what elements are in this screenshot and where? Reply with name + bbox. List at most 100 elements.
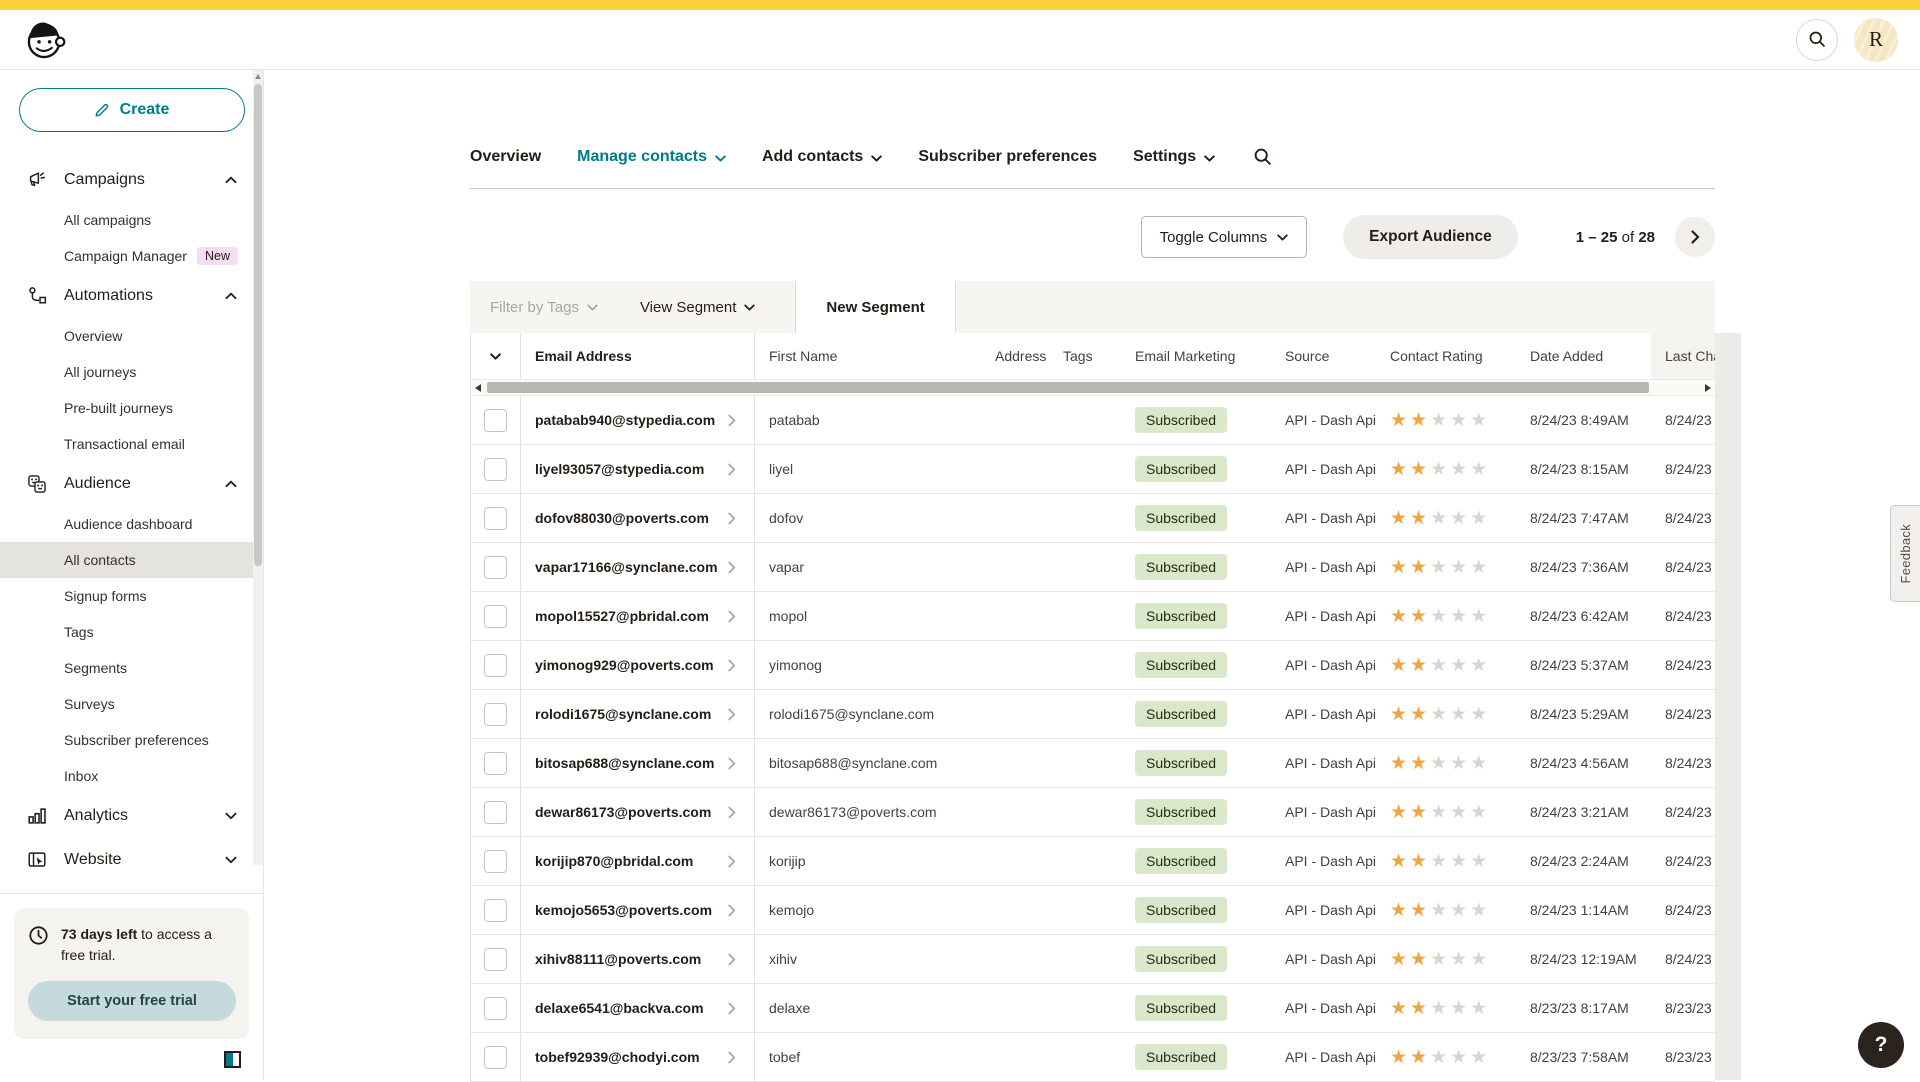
view-segment-dropdown[interactable]: View Segment — [640, 299, 755, 316]
email-cell[interactable]: korijip870@pbridal.com — [521, 837, 755, 885]
row-checkbox[interactable] — [484, 948, 507, 971]
email-cell[interactable]: delaxe6541@backva.com — [521, 984, 755, 1032]
collapse-sidebar-icon[interactable] — [224, 1051, 241, 1068]
sidebar-item-overview[interactable]: Overview — [0, 318, 263, 354]
toggle-columns-button[interactable]: Toggle Columns — [1141, 216, 1308, 258]
row-expand-icon[interactable] — [728, 512, 736, 525]
column-header-email[interactable]: Email Address — [521, 333, 755, 379]
row-expand-icon[interactable] — [728, 757, 736, 770]
email-cell[interactable]: bitosap688@synclane.com — [521, 739, 755, 787]
scroll-right-arrow-icon[interactable] — [1705, 384, 1711, 392]
email-cell[interactable]: vapar17166@synclane.com — [521, 543, 755, 591]
sidebar-item-segments[interactable]: Segments — [0, 650, 263, 686]
column-header-contact-rating[interactable]: Contact Rating — [1376, 348, 1516, 364]
next-page-button[interactable] — [1675, 217, 1715, 257]
column-header-email-marketing[interactable]: Email Marketing — [1121, 348, 1271, 364]
row-expand-icon[interactable] — [728, 1002, 736, 1015]
bulk-select-dropdown[interactable] — [471, 333, 521, 379]
email-cell[interactable]: dofov88030@poverts.com — [521, 494, 755, 542]
table-vertical-scrollbar-track[interactable] — [1715, 333, 1741, 1080]
row-checkbox[interactable] — [484, 409, 507, 432]
row-expand-icon[interactable] — [728, 708, 736, 721]
create-button[interactable]: Create — [19, 88, 245, 132]
sidebar-item-surveys[interactable]: Surveys — [0, 686, 263, 722]
tab-manage-contacts[interactable]: Manage contacts — [577, 148, 726, 166]
mailchimp-logo-icon[interactable] — [22, 17, 68, 63]
email-marketing-cell: Subscribed — [1121, 995, 1271, 1021]
email-cell[interactable]: xihiv88111@poverts.com — [521, 935, 755, 983]
row-checkbox[interactable] — [484, 458, 507, 481]
sidebar-section-campaigns[interactable]: Campaigns — [0, 158, 263, 202]
row-expand-icon[interactable] — [728, 463, 736, 476]
row-checkbox[interactable] — [484, 507, 507, 530]
feedback-tab[interactable]: Feedback — [1890, 505, 1920, 602]
horizontal-scrollbar-thumb[interactable] — [487, 382, 1649, 393]
row-checkbox[interactable] — [484, 703, 507, 726]
sidebar-item-all-contacts[interactable]: All contacts — [0, 542, 263, 578]
tab-search-button[interactable] — [1253, 147, 1273, 167]
sidebar-item-all-campaigns[interactable]: All campaigns — [0, 202, 263, 238]
email-cell[interactable]: tobef92939@chodyi.com — [521, 1033, 755, 1081]
horizontal-scrollbar[interactable] — [471, 379, 1715, 396]
row-checkbox[interactable] — [484, 605, 507, 628]
row-checkbox[interactable] — [484, 654, 507, 677]
scroll-left-arrow-icon[interactable] — [475, 384, 481, 392]
sidebar-item-transactional-email[interactable]: Transactional email — [0, 426, 263, 462]
help-button[interactable]: ? — [1858, 1022, 1904, 1068]
row-expand-icon[interactable] — [728, 610, 736, 623]
column-header-first-name[interactable]: First Name — [755, 348, 981, 364]
email-cell[interactable]: patabab940@stypedia.com — [521, 396, 755, 444]
email-cell[interactable]: liyel93057@stypedia.com — [521, 445, 755, 493]
sidebar-item-audience-dashboard[interactable]: Audience dashboard — [0, 506, 263, 542]
column-header-address[interactable]: Address — [981, 348, 1049, 364]
start-free-trial-button[interactable]: Start your free trial — [28, 981, 236, 1021]
row-checkbox[interactable] — [484, 801, 507, 824]
sidebar-item-all-journeys[interactable]: All journeys — [0, 354, 263, 390]
column-header-tags[interactable]: Tags — [1049, 348, 1121, 364]
sidebar-section-website[interactable]: Website — [0, 838, 263, 882]
new-segment-button[interactable]: New Segment — [795, 281, 955, 333]
email-cell[interactable]: rolodi1675@synclane.com — [521, 690, 755, 738]
tab-overview[interactable]: Overview — [470, 148, 541, 166]
row-expand-icon[interactable] — [728, 414, 736, 427]
row-expand-icon[interactable] — [728, 953, 736, 966]
sidebar-section-analytics[interactable]: Analytics — [0, 794, 263, 838]
column-header-date-added[interactable]: Date Added — [1516, 348, 1651, 364]
tab-add-contacts[interactable]: Add contacts — [762, 148, 882, 166]
avatar[interactable]: R — [1854, 18, 1898, 62]
column-header-source[interactable]: Source — [1271, 348, 1376, 364]
sidebar-scrollbar-thumb[interactable] — [254, 84, 262, 566]
row-expand-icon[interactable] — [728, 855, 736, 868]
sidebar-section-automations[interactable]: Automations — [0, 274, 263, 318]
row-expand-icon[interactable] — [728, 659, 736, 672]
row-checkbox[interactable] — [484, 850, 507, 873]
email-cell[interactable]: yimonog929@poverts.com — [521, 641, 755, 689]
tab-subscriber-preferences[interactable]: Subscriber preferences — [918, 148, 1097, 166]
sidebar-item-tags[interactable]: Tags — [0, 614, 263, 650]
row-checkbox[interactable] — [484, 899, 507, 922]
row-checkbox[interactable] — [484, 1046, 507, 1069]
email-cell[interactable]: mopol15527@pbridal.com — [521, 592, 755, 640]
row-expand-icon[interactable] — [728, 806, 736, 819]
sidebar-item-inbox[interactable]: Inbox — [0, 758, 263, 794]
row-checkbox[interactable] — [484, 556, 507, 579]
sidebar-item-campaign-manager[interactable]: Campaign ManagerNew — [0, 238, 263, 274]
sidebar-item-pre-built-journeys[interactable]: Pre-built journeys — [0, 390, 263, 426]
scroll-up-arrow-icon[interactable] — [255, 74, 261, 79]
row-checkbox[interactable] — [484, 752, 507, 775]
sidebar-section-audience[interactable]: Audience — [0, 462, 263, 506]
row-expand-icon[interactable] — [728, 561, 736, 574]
email-cell[interactable]: dewar86173@poverts.com — [521, 788, 755, 836]
row-expand-icon[interactable] — [728, 904, 736, 917]
row-checkbox[interactable] — [484, 997, 507, 1020]
tab-settings[interactable]: Settings — [1133, 148, 1215, 166]
column-header-last-changed[interactable]: Last Changed — [1651, 333, 1715, 379]
export-audience-button[interactable]: Export Audience — [1343, 215, 1518, 259]
email-cell[interactable]: kemojo5653@poverts.com — [521, 886, 755, 934]
filter-by-tags-dropdown[interactable]: Filter by Tags — [490, 299, 598, 316]
global-search-button[interactable] — [1796, 19, 1838, 61]
row-expand-icon[interactable] — [728, 1051, 736, 1064]
sidebar-item-subscriber-preferences[interactable]: Subscriber preferences — [0, 722, 263, 758]
sidebar-scrollbar[interactable] — [253, 70, 263, 865]
sidebar-item-signup-forms[interactable]: Signup forms — [0, 578, 263, 614]
